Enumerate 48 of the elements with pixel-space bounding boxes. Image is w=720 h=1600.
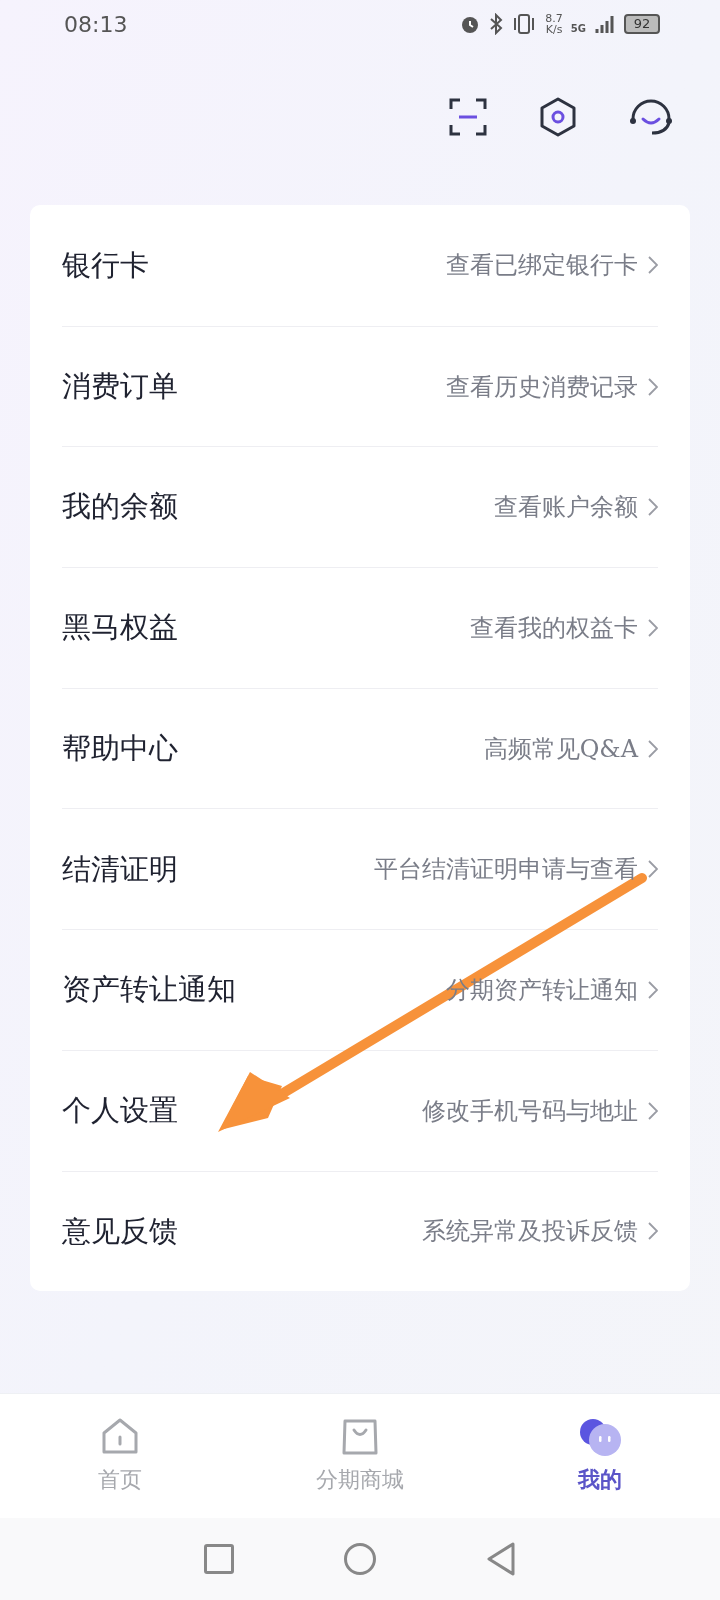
menu-hint: 查看我的权益卡	[470, 612, 638, 644]
menu-item[interactable]: 意见反馈 系统异常及投诉反馈	[62, 1170, 658, 1292]
settings-icon[interactable]	[538, 97, 578, 137]
chevron-right-icon	[648, 1222, 658, 1241]
menu-item[interactable]: 我的余额 查看账户余额	[62, 446, 658, 568]
menu-hint: 修改手机号码与地址	[422, 1095, 638, 1127]
network-speed: 8.7	[545, 13, 563, 24]
menu-title: 银行卡	[62, 246, 149, 284]
menu-hint: 系统异常及投诉反馈	[422, 1216, 638, 1248]
menu-title: 个人设置	[62, 1091, 178, 1129]
status-time: 08:13	[64, 10, 128, 39]
menu-hint: 高频常见Q&A	[483, 733, 638, 765]
network-type: 5G	[570, 21, 586, 36]
headset-icon[interactable]	[628, 97, 674, 137]
home-icon	[100, 1416, 140, 1457]
menu-title: 资产转让通知	[62, 971, 236, 1009]
menu-hint: 查看历史消费记录	[446, 371, 638, 403]
chevron-right-icon	[648, 498, 658, 517]
menu-item[interactable]: 帮助中心 高频常见Q&A	[62, 687, 658, 809]
menu-hint: 查看账户余额	[494, 492, 638, 524]
menu-title: 结清证明	[62, 850, 178, 888]
chevron-right-icon	[648, 618, 658, 637]
back-button[interactable]	[486, 1542, 516, 1576]
menu-item[interactable]: 银行卡 查看已绑定银行卡	[62, 205, 658, 326]
chevron-right-icon	[648, 980, 658, 999]
home-button[interactable]	[344, 1543, 376, 1575]
menu-item[interactable]: 黑马权益 查看我的权益卡	[62, 567, 658, 688]
chevron-right-icon	[648, 256, 658, 275]
chevron-right-icon	[648, 860, 658, 879]
menu-title: 黑马权益	[62, 609, 178, 647]
chevron-right-icon	[648, 377, 658, 396]
menu-title: 意见反馈	[62, 1212, 178, 1250]
menu-title: 帮助中心	[62, 729, 178, 767]
speed-unit: K/s	[545, 24, 563, 35]
chevron-right-icon	[648, 1101, 658, 1120]
recent-apps-button[interactable]	[204, 1544, 234, 1574]
battery-indicator: 92	[624, 14, 660, 34]
menu-title: 我的余额	[62, 488, 178, 526]
menu-hint: 平台结清证明申请与查看	[374, 854, 638, 886]
menu-item[interactable]: 结清证明 平台结清证明申请与查看	[62, 808, 658, 930]
bluetooth-icon	[489, 13, 504, 35]
chevron-right-icon	[648, 739, 658, 758]
tab-item[interactable]: 我的	[480, 1394, 720, 1518]
menu-hint: 查看已绑定银行卡	[446, 250, 638, 282]
scan-icon[interactable]	[448, 97, 488, 137]
signal-icon	[594, 13, 616, 35]
menu-item[interactable]: 消费订单 查看历史消费记录	[62, 325, 658, 447]
menu-title: 消费订单	[62, 367, 178, 405]
